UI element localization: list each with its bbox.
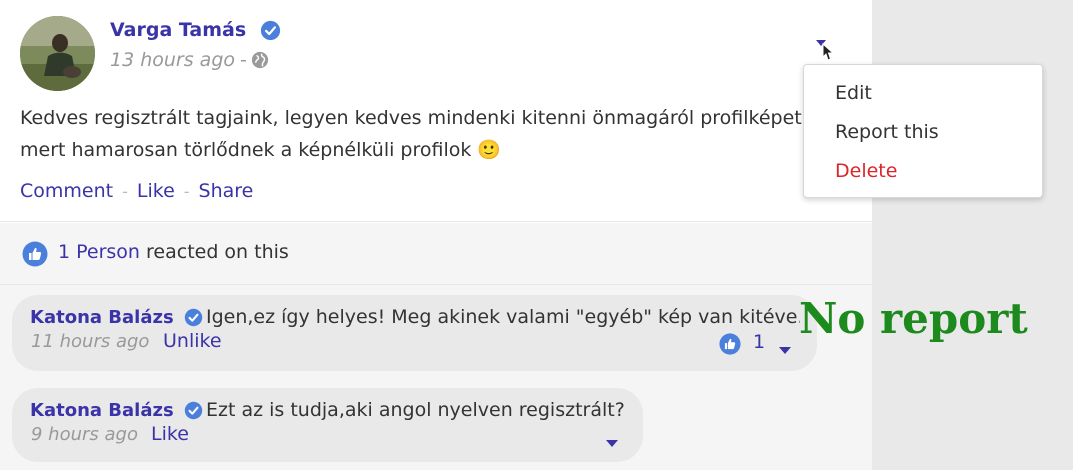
menu-item-edit[interactable]: Edit [835,82,872,104]
reactions-summary: 1 Person reacted on this [58,241,289,263]
post-meta: 13 hours ago - [110,49,269,71]
menu-item-report[interactable]: Report this [835,121,939,143]
post-options-toggle[interactable] [814,38,838,64]
comment-like-count[interactable]: 1 [753,331,765,353]
caret-down-icon[interactable] [605,434,619,447]
post-body-line-2: mert hamarosan törlődnek a képnélküli pr… [20,139,502,161]
author-avatar[interactable] [20,16,95,91]
caret-down-icon[interactable] [778,341,792,354]
verified-badge-icon [184,401,203,420]
comment-author[interactable]: Katona Balázs [30,400,203,421]
menu-item-delete[interactable]: Delete [835,160,897,182]
avatar-photo [20,16,95,91]
verified-badge-icon [184,308,203,327]
comment-author-name[interactable]: Katona Balázs [30,307,174,328]
verified-badge-icon [260,20,281,41]
comment-text: Ezt az is tudja,aki angol nyelven regisz… [206,399,625,421]
thumbs-up-icon [22,241,48,267]
thumbs-up-icon [719,333,741,355]
share-link[interactable]: Share [199,180,254,202]
comment-link[interactable]: Comment [20,180,113,202]
reactions-suffix: reacted on this [139,241,289,263]
comment-author[interactable]: Katona Balázs [30,307,203,328]
reactions-count-link[interactable]: 1 Person [58,241,140,263]
globe-icon [251,51,269,69]
action-separator: - [122,181,128,201]
comment-time: 11 hours ago [31,331,150,352]
meta-separator: - [240,49,247,71]
post-body: Kedves regisztrált tagjaink, legyen kedv… [20,102,810,166]
like-link[interactable]: Like [137,180,175,202]
post-actions: Comment - Like - Share [20,180,253,202]
post-options-menu: Edit Report this Delete [803,64,1043,198]
comment-author-name[interactable]: Katona Balázs [30,400,174,421]
comment-unlike-link[interactable]: Unlike [163,330,222,352]
post-time[interactable]: 13 hours ago [110,49,235,71]
annotation-label: No report [799,294,1028,343]
post-author[interactable]: Varga Tamás [110,19,281,41]
action-separator: - [183,181,190,201]
post-author-name[interactable]: Varga Tamás [110,19,246,41]
comment-text: Igen,ez így helyes! Meg akinek valami "e… [206,306,800,328]
comment-time: 9 hours ago [31,424,138,445]
post-body-line-1: Kedves regisztrált tagjaink, legyen kedv… [20,107,808,129]
comment-like-link[interactable]: Like [151,423,189,445]
